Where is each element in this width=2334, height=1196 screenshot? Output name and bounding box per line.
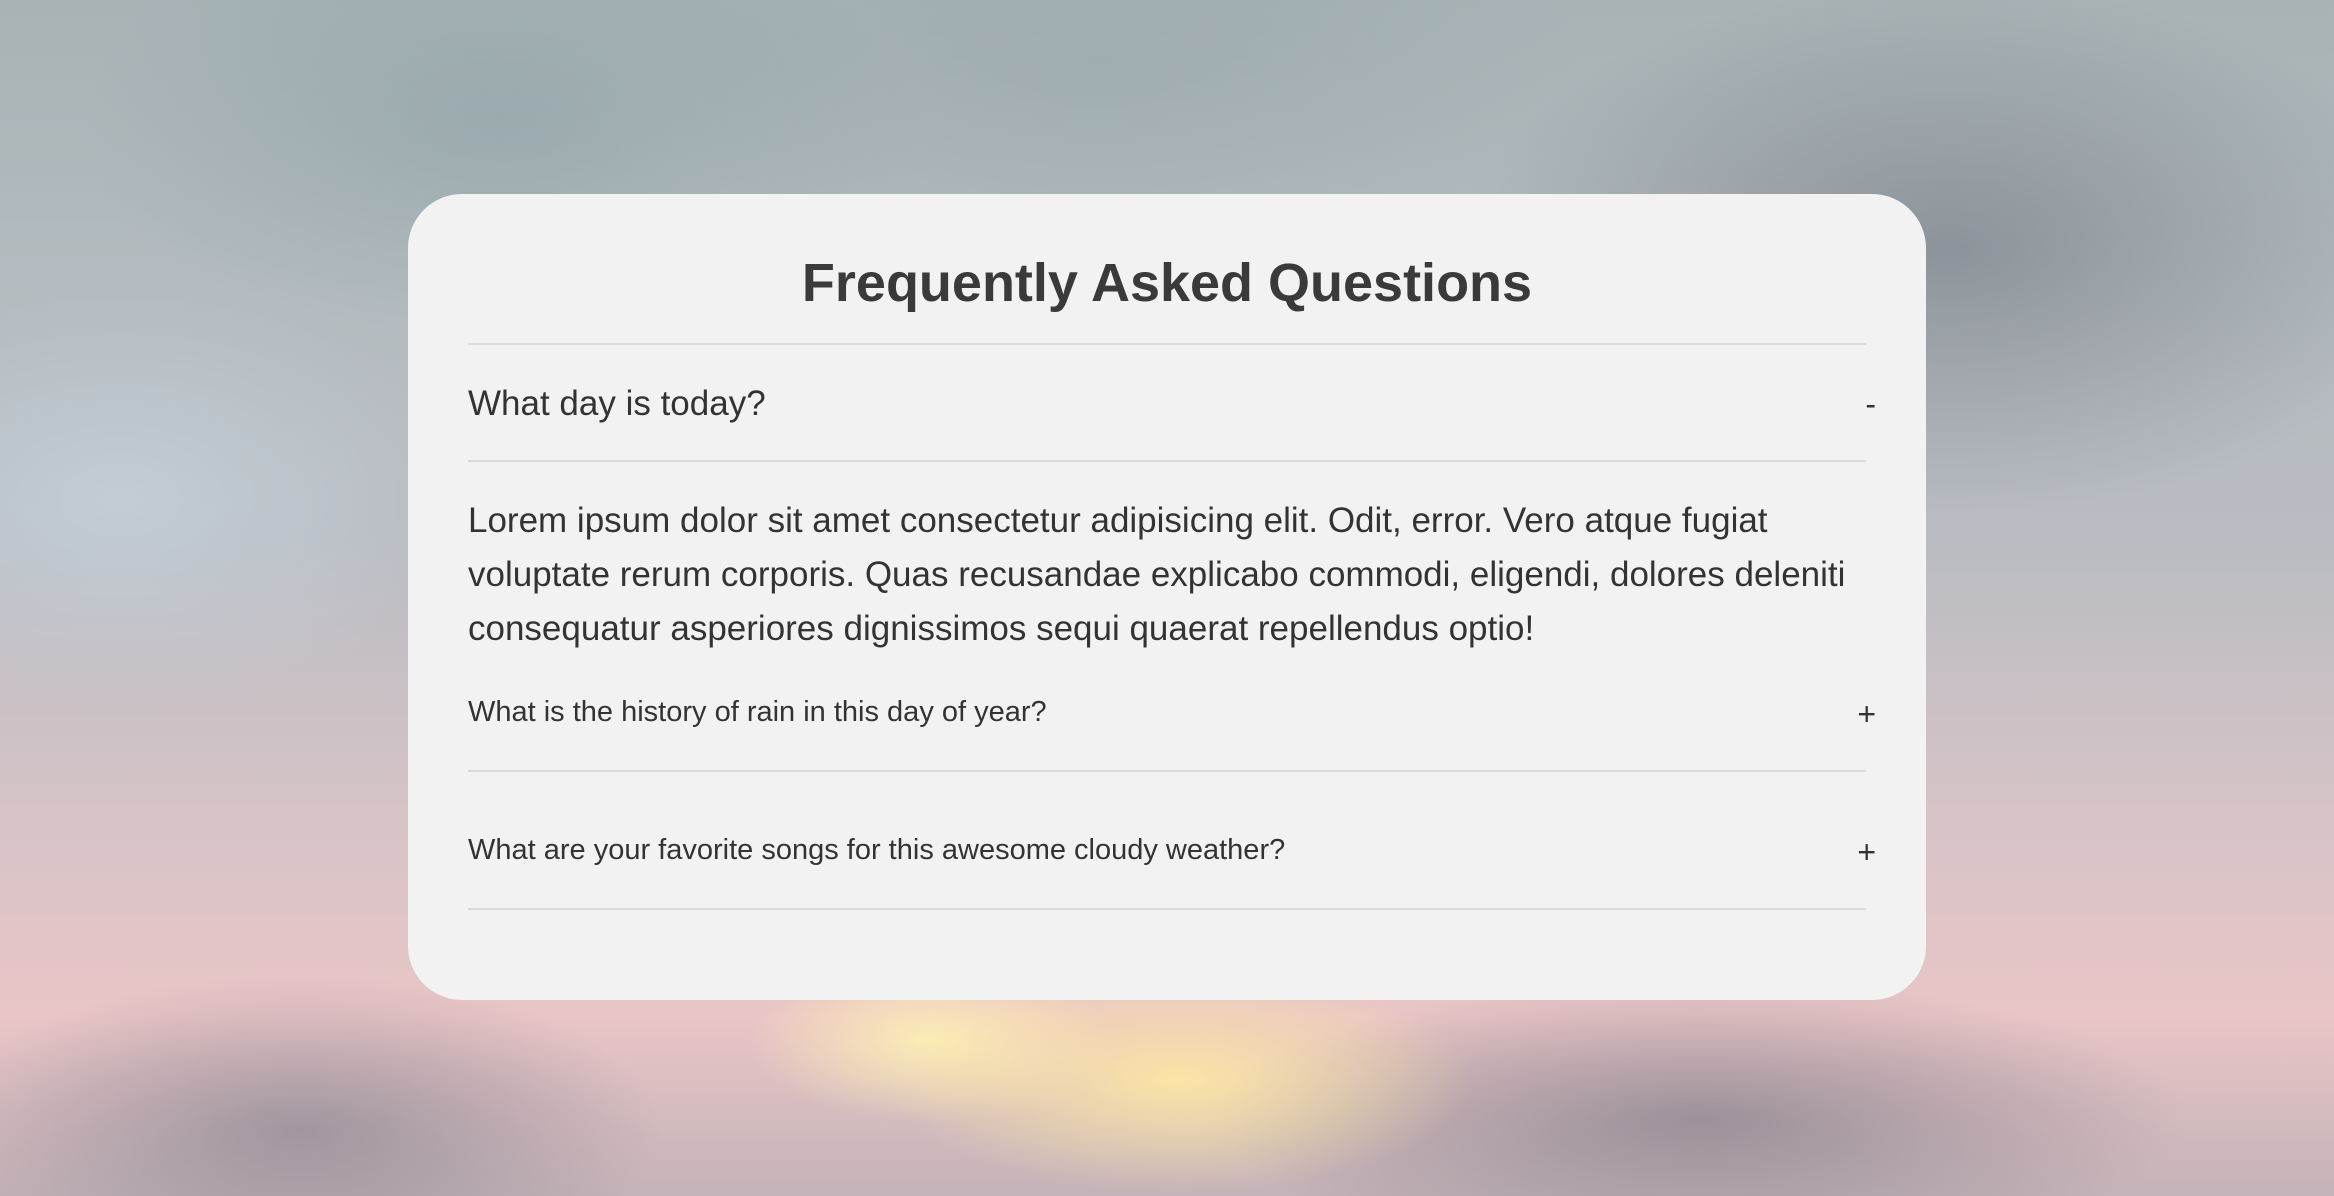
item-divider — [468, 770, 1866, 772]
faq-card: Frequently Asked Questions What day is t… — [408, 194, 1926, 1000]
faq-title: Frequently Asked Questions — [801, 253, 1533, 313]
question-divider — [468, 460, 1866, 462]
title-divider — [468, 343, 1866, 345]
item-divider — [468, 908, 1866, 910]
expand-toggle-icon[interactable]: + — [1857, 696, 1876, 733]
faq-question-rain-history[interactable]: What is the history of rain in this day … — [468, 696, 1047, 729]
collapse-toggle-icon[interactable]: - — [1865, 386, 1876, 423]
faq-question-today[interactable]: What day is today? — [468, 384, 766, 424]
expand-toggle-icon[interactable]: + — [1857, 834, 1876, 871]
faq-answer-today: Lorem ipsum dolor sit amet consectetur a… — [468, 501, 1846, 648]
faq-question-favorite-songs[interactable]: What are your favorite songs for this aw… — [468, 834, 1285, 867]
